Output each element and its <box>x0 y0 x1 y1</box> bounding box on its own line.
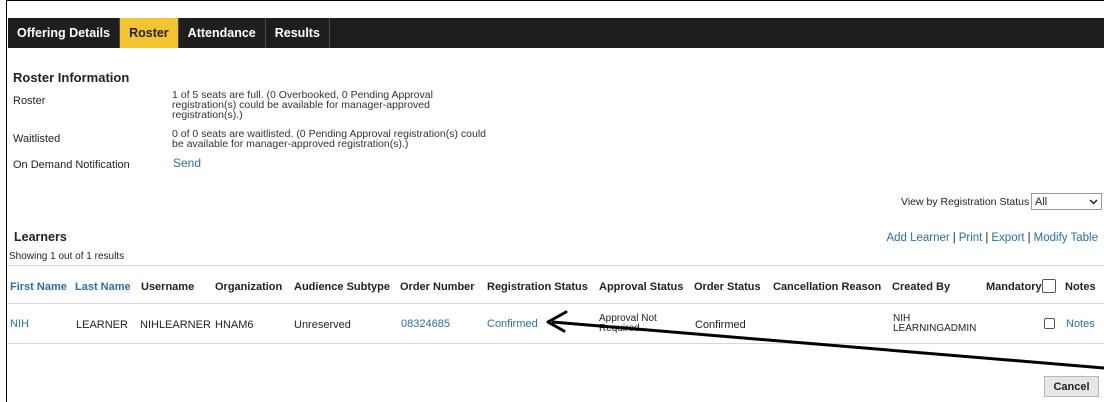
order-status-cell: Confirmed <box>695 319 746 331</box>
last-name-cell: LEARNER <box>76 319 128 331</box>
learners-title: Learners <box>14 230 67 244</box>
first-name-link[interactable]: NIH <box>10 318 29 330</box>
add-learner-link[interactable]: Add Learner <box>886 232 949 244</box>
divider <box>8 303 1104 304</box>
divider <box>8 265 1104 266</box>
frame-border-left <box>6 0 7 402</box>
col-header-first-name[interactable]: First Name <box>10 281 67 293</box>
print-link[interactable]: Print <box>959 232 983 244</box>
roster-information-title: Roster Information <box>13 70 130 85</box>
col-header-mandatory: Mandatory <box>986 281 1042 293</box>
modify-table-link[interactable]: Modify Table <box>1034 232 1098 244</box>
waitlisted-value: 0 of 0 seats are waitlisted. (0 Pending … <box>172 128 487 150</box>
registration-status-select[interactable]: All <box>1031 193 1102 210</box>
notes-link[interactable]: Notes <box>1066 318 1095 330</box>
waitlisted-label: Waitlisted <box>13 133 61 145</box>
username-cell: NIHLEARNER <box>140 319 211 331</box>
col-header-order-number: Order Number <box>400 281 475 293</box>
send-notification-link[interactable]: Send <box>173 156 201 170</box>
order-number-link[interactable]: 08324685 <box>401 318 450 330</box>
frame-border-top <box>6 0 1104 1</box>
roster-value: 1 of 5 seats are full. (0 Overbooked, 0 … <box>172 89 433 121</box>
tab-offering-details[interactable]: Offering Details <box>8 18 121 48</box>
col-header-last-name[interactable]: Last Name <box>75 281 131 293</box>
select-all-checkbox[interactable] <box>1042 279 1056 293</box>
col-header-approval-status: Approval Status <box>599 281 684 293</box>
row-checkbox[interactable] <box>1044 318 1055 329</box>
col-header-notes: Notes <box>1065 281 1096 293</box>
tab-attendance[interactable]: Attendance <box>179 18 266 48</box>
col-header-username: Username <box>141 281 195 293</box>
tab-results[interactable]: Results <box>266 18 330 48</box>
cancel-button[interactable]: Cancel <box>1044 376 1099 397</box>
separator: | <box>1027 232 1031 244</box>
on-demand-notification-label: On Demand Notification <box>13 159 130 171</box>
export-link[interactable]: Export <box>991 232 1024 244</box>
roster-label: Roster <box>13 95 46 107</box>
registration-status-selected: All <box>1035 195 1048 208</box>
col-header-registration-status: Registration Status <box>487 281 588 293</box>
chevron-down-icon <box>1089 196 1098 208</box>
col-header-cancellation-reason: Cancellation Reason <box>773 281 882 293</box>
created-by-cell: NIH LEARNINGADMIN <box>893 313 977 334</box>
separator: | <box>952 232 956 244</box>
approval-status-cell: Approval Not Required <box>599 313 657 334</box>
results-count: Showing 1 out of 1 results <box>9 251 125 262</box>
col-header-audience-subtype: Audience Subtype <box>294 281 390 293</box>
tab-roster[interactable]: Roster <box>120 18 179 48</box>
col-header-order-status: Order Status <box>694 281 761 293</box>
col-header-organization: Organization <box>215 281 283 293</box>
divider <box>8 343 1104 344</box>
col-header-created-by: Created By <box>892 281 951 293</box>
tab-bar: Offering Details Roster Attendance Resul… <box>8 18 1104 48</box>
learner-actions: Add Learner | Print | Export | Modify Table <box>886 232 1098 244</box>
organization-cell: HNAM6 <box>215 319 254 331</box>
registration-status-filter-label: View by Registration Status <box>901 196 1030 208</box>
registration-status-link[interactable]: Confirmed <box>487 318 538 330</box>
audience-subtype-cell: Unreserved <box>294 319 351 331</box>
